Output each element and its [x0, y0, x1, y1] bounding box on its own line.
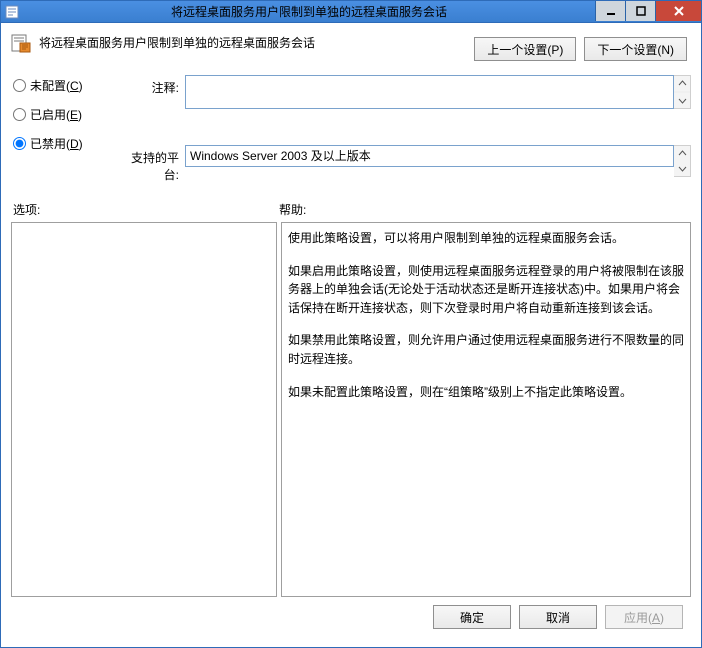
- radio-group-container: 未配置(C) 已启用(E) 已禁用(D): [11, 75, 119, 152]
- scroll-up-icon: [674, 146, 690, 161]
- window-controls: [595, 1, 701, 22]
- next-setting-label: 下一个设置(N): [597, 41, 674, 58]
- content-area: 将远程桌面服务用户限制到单独的远程桌面服务会话 上一个设置(P) 下一个设置(N…: [1, 23, 701, 647]
- apply-label: 应用(A): [624, 609, 664, 626]
- radio-not-configured-input[interactable]: [13, 79, 26, 92]
- minimize-button[interactable]: [595, 1, 625, 21]
- help-panel[interactable]: 使用此策略设置，可以将用户限制到单独的远程桌面服务会话。 如果启用此策略设置，则…: [281, 222, 691, 597]
- comment-input[interactable]: [185, 75, 674, 109]
- platform-scrollbar[interactable]: [674, 145, 691, 177]
- apply-button[interactable]: 应用(A): [605, 605, 683, 629]
- setting-nav: 上一个设置(P) 下一个设置(N): [474, 31, 691, 61]
- config-comment-row: 未配置(C) 已启用(E) 已禁用(D) 注释:: [11, 75, 691, 137]
- titlebar: 将远程桌面服务用户限制到单独的远程桌面服务会话: [1, 1, 701, 23]
- window-title: 将远程桌面服务用户限制到单独的远程桌面服务会话: [23, 3, 595, 20]
- help-paragraph: 如果未配置此策略设置，则在“组策略”级别上不指定此策略设置。: [288, 383, 684, 402]
- radio-not-configured-label: 未配置(C): [30, 77, 83, 94]
- policy-icon: [11, 33, 31, 53]
- cancel-label: 取消: [546, 609, 570, 626]
- config-platform-row: 支持的平台: Windows Server 2003 及以上版本: [11, 145, 691, 183]
- close-icon: [673, 6, 685, 16]
- supported-platform-text: Windows Server 2003 及以上版本: [185, 145, 674, 167]
- scroll-down-icon: [674, 161, 690, 176]
- cancel-button[interactable]: 取消: [519, 605, 597, 629]
- scroll-up-icon: [674, 76, 690, 91]
- help-paragraph: 如果启用此策略设置，则使用远程桌面服务远程登录的用户将被限制在该服务器上的单独会…: [288, 262, 684, 318]
- app-icon: [1, 5, 23, 19]
- policy-editor-window: 将远程桌面服务用户限制到单独的远程桌面服务会话: [0, 0, 702, 648]
- ok-label: 确定: [460, 609, 484, 626]
- comment-scrollbar[interactable]: [674, 75, 691, 109]
- radio-not-configured[interactable]: 未配置(C): [13, 77, 119, 94]
- help-paragraph: 如果禁用此策略设置，则允许用户通过使用远程桌面服务进行不限数量的同时远程连接。: [288, 331, 684, 368]
- comment-field-wrap: [185, 75, 691, 109]
- options-label: 选项:: [11, 201, 277, 218]
- help-paragraph: 使用此策略设置，可以将用户限制到单独的远程桌面服务会话。: [288, 229, 684, 248]
- previous-setting-button[interactable]: 上一个设置(P): [474, 37, 576, 61]
- next-setting-button[interactable]: 下一个设置(N): [584, 37, 687, 61]
- panel-labels-row: 选项: 帮助:: [11, 201, 691, 218]
- previous-setting-label: 上一个设置(P): [487, 41, 563, 58]
- radio-enabled-label: 已启用(E): [30, 106, 82, 123]
- radio-enabled-input[interactable]: [13, 108, 26, 121]
- options-panel[interactable]: [11, 222, 277, 597]
- maximize-button[interactable]: [625, 1, 655, 21]
- radio-enabled[interactable]: 已启用(E): [13, 106, 119, 123]
- header-row: 将远程桌面服务用户限制到单独的远程桌面服务会话 上一个设置(P) 下一个设置(N…: [11, 31, 691, 61]
- platform-field-wrap: Windows Server 2003 及以上版本: [185, 145, 691, 177]
- comment-label: 注释:: [119, 75, 185, 96]
- scroll-down-icon: [674, 93, 690, 108]
- ok-button[interactable]: 确定: [433, 605, 511, 629]
- state-radio-group: 未配置(C) 已启用(E) 已禁用(D): [13, 75, 119, 152]
- close-button[interactable]: [655, 1, 701, 21]
- dialog-button-bar: 确定 取消 应用(A): [11, 597, 691, 637]
- panels-row: 使用此策略设置，可以将用户限制到单独的远程桌面服务会话。 如果启用此策略设置，则…: [11, 222, 691, 597]
- minimize-icon: [606, 6, 616, 16]
- platform-label: 支持的平台:: [119, 145, 185, 183]
- maximize-icon: [636, 6, 646, 16]
- policy-heading: 将远程桌面服务用户限制到单独的远程桌面服务会话: [39, 31, 466, 51]
- help-label: 帮助:: [277, 201, 691, 218]
